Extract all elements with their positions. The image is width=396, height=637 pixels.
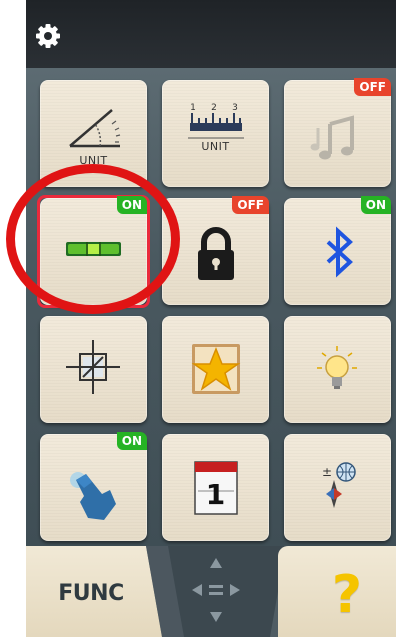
level-tile[interactable]: ON	[37, 195, 150, 308]
calendar-tile[interactable]: 1	[162, 434, 269, 541]
help-button[interactable]: ?	[278, 546, 396, 637]
star-icon	[191, 344, 241, 394]
lock-icon	[198, 227, 234, 280]
bluetooth-icon	[326, 226, 353, 278]
ruler-tick-label: 3	[232, 103, 238, 113]
sound-status-badge: OFF	[354, 78, 391, 96]
light-bulb-icon	[317, 346, 357, 389]
gear-icon[interactable]	[34, 22, 62, 50]
compass-tile[interactable]: ±	[284, 434, 391, 541]
crosshair-frame-icon	[66, 340, 120, 394]
dpad-icon[interactable]	[146, 546, 286, 637]
func-label: FUNC	[58, 581, 124, 606]
bottom-bar: FUNC ?	[26, 546, 396, 637]
music-note-icon	[310, 115, 354, 160]
bluetooth-status-badge: ON	[360, 196, 391, 214]
touch-hand-icon	[70, 472, 116, 520]
calendar-day: 1	[205, 478, 226, 511]
touch-tile[interactable]: ON	[40, 432, 147, 541]
angle-unit-tile[interactable]: UNIT	[40, 80, 147, 187]
bubble-level-icon	[66, 242, 121, 256]
touch-status-badge: ON	[116, 432, 147, 450]
top-bar	[26, 0, 396, 68]
lock-tile[interactable]: OFF	[162, 196, 269, 305]
lock-status-badge: OFF	[232, 196, 269, 214]
favorites-tile[interactable]	[162, 316, 269, 423]
length-unit-label: UNIT	[201, 140, 230, 153]
light-tile[interactable]	[284, 316, 391, 423]
sound-tile[interactable]: OFF	[284, 78, 391, 187]
help-label: ?	[331, 564, 363, 625]
device-screen: UNIT 1 2 3 UNIT OFF ON OFF ON ON 1 ± FUN…	[26, 0, 396, 637]
length-unit-tile[interactable]: 1 2 3 UNIT	[162, 80, 269, 187]
angle-unit-icon	[69, 109, 121, 148]
compass-globe-icon: ±	[322, 462, 356, 508]
crosshair-tile[interactable]	[40, 316, 147, 423]
angle-unit-label: UNIT	[79, 154, 108, 167]
ruler-unit-icon: 1 2 3	[188, 103, 244, 139]
function-grid: UNIT 1 2 3 UNIT OFF ON OFF ON ON 1 ±	[26, 68, 396, 546]
bluetooth-tile[interactable]: ON	[284, 196, 391, 305]
svg-text:±: ±	[322, 465, 332, 479]
level-status-badge: ON	[116, 196, 147, 214]
ruler-tick-label: 2	[211, 103, 217, 113]
ruler-tick-label: 1	[190, 103, 196, 113]
